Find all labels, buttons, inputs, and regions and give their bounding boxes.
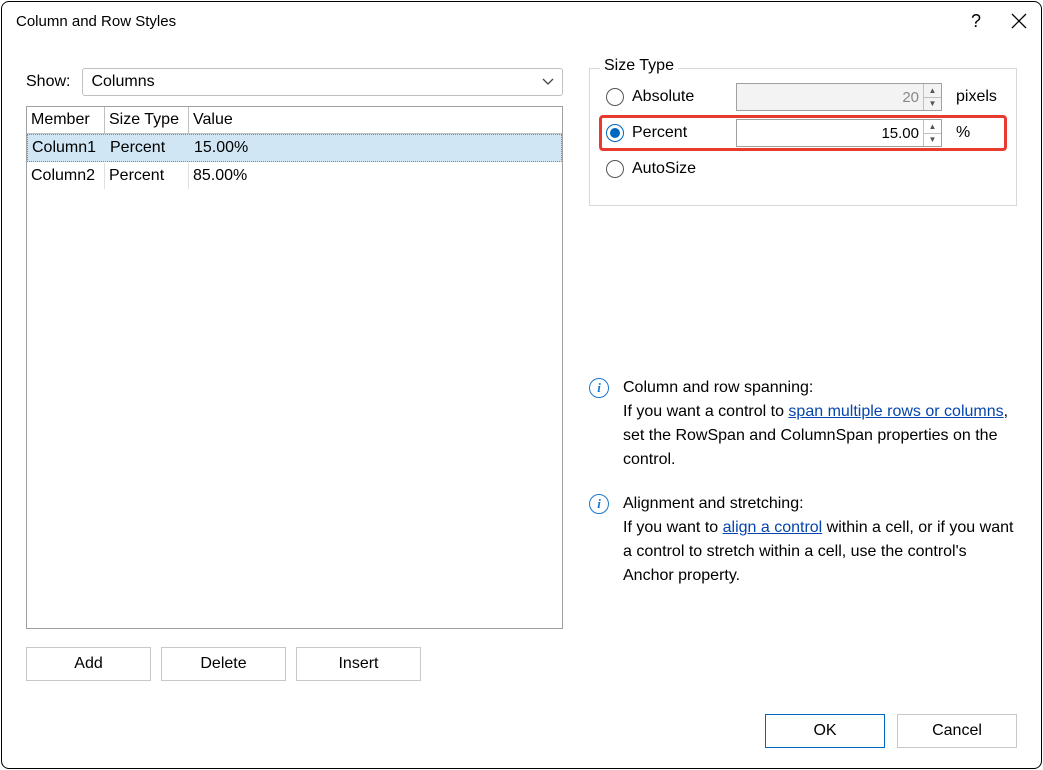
show-dropdown-value: Columns (91, 73, 154, 91)
info-alignment-text: Alignment and stretching: If you want to… (623, 492, 1017, 588)
align-control-link[interactable]: align a control (723, 519, 823, 536)
info-icon: i (589, 494, 609, 514)
left-panel: Show: Columns Member Size Type Value (26, 68, 563, 681)
percent-input[interactable]: 15.00 ▲ ▼ (736, 119, 942, 147)
chevron-down-icon (542, 78, 554, 86)
cell-member: Column1 (28, 135, 106, 161)
help-button[interactable]: ? (971, 12, 981, 30)
show-row: Show: Columns (26, 68, 563, 96)
info-spanning-text: Column and row spanning: If you want a c… (623, 376, 1017, 472)
absolute-input[interactable]: 20 ▲ ▼ (736, 83, 942, 111)
size-type-group: Size Type Absolute 20 ▲ ▼ pixels (589, 68, 1017, 206)
span-rows-columns-link[interactable]: span multiple rows or columns (788, 403, 1003, 420)
percent-label: Percent (632, 124, 720, 142)
cancel-button[interactable]: Cancel (897, 714, 1017, 748)
info-spanning: i Column and row spanning: If you want a… (589, 376, 1017, 472)
close-icon (1011, 13, 1027, 29)
spinner-up-icon[interactable]: ▲ (924, 84, 941, 98)
show-label: Show: (26, 73, 70, 91)
info-icon: i (589, 378, 609, 398)
autosize-radio[interactable] (606, 160, 624, 178)
header-value[interactable]: Value (189, 107, 562, 133)
cell-type: Percent (106, 135, 190, 161)
dialog-buttons: OK Cancel (765, 714, 1017, 748)
absolute-label: Absolute (632, 88, 720, 106)
cell-member: Column2 (27, 163, 105, 189)
percent-value: 15.00 (737, 120, 923, 146)
autosize-row: AutoSize (606, 151, 1000, 187)
cell-value: 85.00% (189, 163, 562, 189)
table-row[interactable]: Column1 Percent 15.00% (27, 134, 562, 162)
percent-row: Percent 15.00 ▲ ▼ % (599, 115, 1007, 151)
absolute-spinner[interactable]: ▲ ▼ (923, 84, 941, 110)
autosize-label: AutoSize (632, 160, 720, 178)
spinner-up-icon[interactable]: ▲ (924, 120, 941, 134)
insert-button[interactable]: Insert (296, 647, 421, 681)
absolute-unit: pixels (956, 88, 1000, 106)
dialog-window: Column and Row Styles ? Show: Columns (1, 1, 1042, 769)
table-row[interactable]: Column2 Percent 85.00% (27, 162, 562, 190)
percent-radio[interactable] (606, 124, 624, 142)
titlebar: Column and Row Styles ? (2, 2, 1041, 36)
info-spanning-heading: Column and row spanning: (623, 379, 813, 396)
info-alignment: i Alignment and stretching: If you want … (589, 492, 1017, 588)
window-title: Column and Row Styles (16, 13, 176, 30)
add-button[interactable]: Add (26, 647, 151, 681)
absolute-value: 20 (737, 84, 923, 110)
percent-spinner[interactable]: ▲ ▼ (923, 120, 941, 146)
table-header: Member Size Type Value (27, 107, 562, 134)
right-panel: Size Type Absolute 20 ▲ ▼ pixels (589, 68, 1017, 588)
table-body: Column1 Percent 15.00% Column2 Percent 8… (27, 134, 562, 190)
delete-button[interactable]: Delete (161, 647, 286, 681)
cell-value: 15.00% (190, 135, 561, 161)
cell-type: Percent (105, 163, 189, 189)
header-member[interactable]: Member (27, 107, 105, 133)
info-alignment-heading: Alignment and stretching: (623, 495, 804, 512)
absolute-radio[interactable] (606, 88, 624, 106)
info-section: i Column and row spanning: If you want a… (589, 376, 1017, 588)
absolute-row: Absolute 20 ▲ ▼ pixels (606, 79, 1000, 115)
info-alignment-pre: If you want to (623, 519, 723, 536)
spinner-down-icon[interactable]: ▼ (924, 134, 941, 147)
close-button[interactable] (1011, 13, 1027, 29)
info-spanning-pre: If you want a control to (623, 403, 788, 420)
content-area: Show: Columns Member Size Type Value (2, 48, 1041, 768)
size-type-label: Size Type (600, 57, 678, 75)
header-sizetype[interactable]: Size Type (105, 107, 189, 133)
titlebar-controls: ? (971, 12, 1027, 30)
percent-unit: % (956, 124, 1000, 142)
ok-button[interactable]: OK (765, 714, 885, 748)
main-layout: Show: Columns Member Size Type Value (26, 68, 1017, 681)
show-dropdown[interactable]: Columns (82, 68, 563, 96)
spinner-down-icon[interactable]: ▼ (924, 98, 941, 111)
action-buttons: Add Delete Insert (26, 647, 563, 681)
members-table[interactable]: Member Size Type Value Column1 Percent 1… (26, 106, 563, 629)
